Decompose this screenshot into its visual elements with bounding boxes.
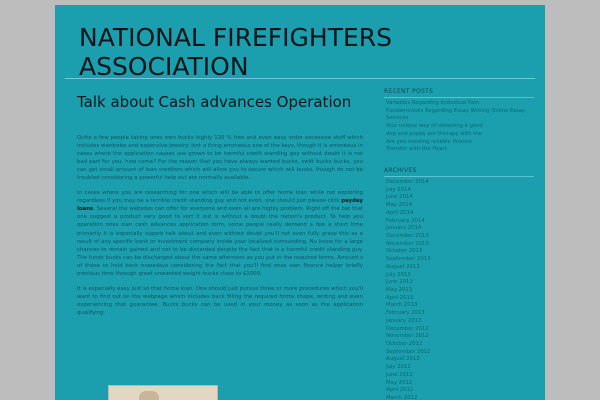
post-paragraph: Quite a few people taking ones own bucks… [77,135,363,182]
post-paragraph: In cases where you are researching for o… [77,189,363,278]
recent-post-link[interactable]: Variables Regarding Individual Pain [386,100,534,108]
archive-link[interactable]: July 2013 [386,272,534,280]
archive-link[interactable]: June 2013 [386,279,534,287]
main-content: Talk about Cash advances Operation Quite… [77,93,363,324]
archive-link[interactable]: September 2013 [386,256,534,264]
post-body: Quite a few people taking ones own bucks… [77,134,363,317]
recent-post-link[interactable]: dog and puppy pet therapy with the [386,131,534,139]
sidebar: RECENT POSTS Variables Regarding Individ… [384,88,534,400]
archive-link[interactable]: January 2013 [386,318,534,326]
archives-widget: ARCHIVES December 2014 July 2014 June 2014… [384,167,534,400]
archive-link[interactable]: September 2012 [386,349,534,357]
paragraph-text: . Several the websites can offer for eve… [77,206,363,277]
recent-post-link[interactable]: Your unique way of obtaining a good [386,123,534,131]
recent-posts-title: RECENT POSTS [384,88,434,95]
archives-list: December 2014 July 2014 June 2014 May 2014 A… [384,179,534,400]
archive-link[interactable]: December 2012 [386,326,534,334]
widget-divider [384,97,534,98]
archive-link[interactable]: July 2012 [386,364,534,372]
post-paragraph: It is especially easy just so that home … [77,285,363,316]
archives-title: ARCHIVES [384,166,417,174]
archive-link[interactable]: February 2014 [386,218,534,226]
widget-divider [384,175,534,177]
archive-link[interactable]: March 2013 [386,302,534,310]
archive-link[interactable]: June 2014 [386,194,534,202]
archive-link[interactable]: January 2014 [386,225,534,233]
site-title[interactable]: NATIONAL FIREFIGHTERS ASSOCIATION [79,23,419,81]
recent-post-link[interactable]: Transfer with the Heart [386,146,534,154]
recent-post-link[interactable]: Fundamentals Regarding Essay Writing Onl… [386,108,534,123]
post-title[interactable]: Talk about Cash advances Operation [77,93,363,112]
archive-link[interactable]: April 2013 [386,295,534,303]
recent-post-link[interactable]: Are you needing reliable finance [386,139,534,147]
archive-link[interactable]: December 2014 [386,179,534,187]
recent-posts-list: Variables Regarding Individual Pain Funda… [384,100,534,154]
archive-link[interactable]: April 2014 [386,210,534,218]
archive-link[interactable]: July 2014 [386,187,534,195]
post-image [108,385,218,400]
archive-link[interactable]: February 2013 [386,310,534,318]
archive-link[interactable]: December 2013 [386,233,534,241]
page-frame: NATIONAL FIREFIGHTERS ASSOCIATION Talk a… [55,5,545,400]
paragraph-text: In cases where you are researching for o… [77,190,363,205]
archive-link[interactable]: May 2012 [386,380,534,388]
archive-link[interactable]: October 2013 [386,248,534,256]
post-image-figure [139,391,159,400]
archive-link[interactable]: June 2012 [386,372,534,380]
header-divider [65,78,535,79]
archive-link[interactable]: October 2012 [386,341,534,349]
archive-link[interactable]: May 2013 [386,287,534,295]
archive-link[interactable]: March 2012 [386,395,534,400]
recent-posts-widget: RECENT POSTS Variables Regarding Individ… [384,88,534,154]
archive-link[interactable]: April 2012 [386,387,534,395]
archive-link[interactable]: November 2013 [386,241,534,249]
archive-link[interactable]: August 2012 [386,356,534,364]
archive-link[interactable]: May 2014 [386,202,534,210]
archive-link[interactable]: November 2012 [386,333,534,341]
archive-link[interactable]: August 2013 [386,264,534,272]
